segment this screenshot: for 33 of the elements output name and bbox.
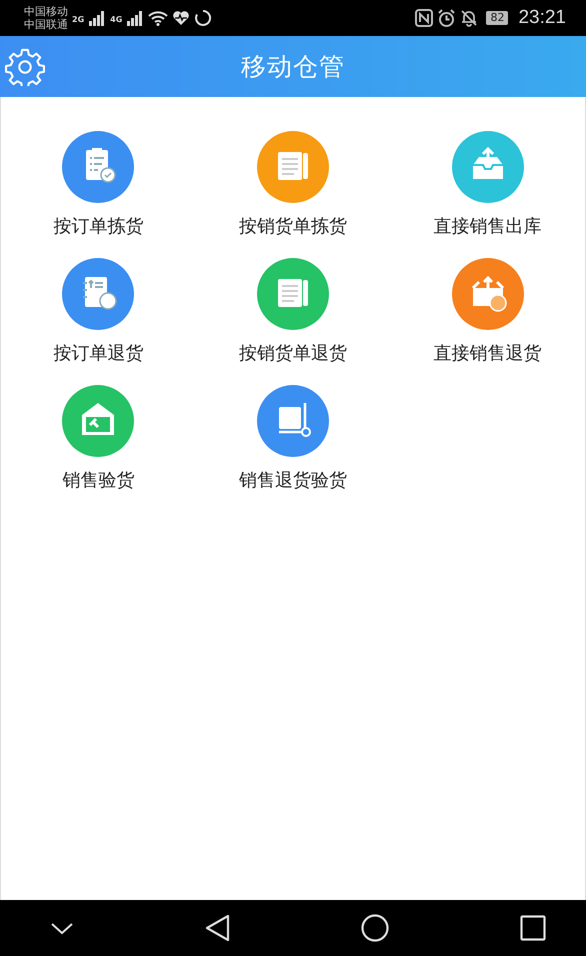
collapse-button[interactable] xyxy=(50,921,74,935)
heart-icon xyxy=(172,10,190,26)
settings-icon xyxy=(5,48,45,86)
wifi-icon xyxy=(148,10,168,26)
menu-item[interactable]: 销售退货验货 xyxy=(238,385,347,492)
menu-item[interactable]: 按订单拣货 xyxy=(53,131,144,238)
back-button[interactable] xyxy=(204,914,231,942)
clock-time: 23:21 xyxy=(518,7,566,29)
chevron-down-icon xyxy=(50,921,74,935)
menu-item[interactable]: 按销货单拣货 xyxy=(238,131,347,238)
menu-item[interactable]: 按订单退货 xyxy=(53,258,144,365)
carrier-name: 中国联通 xyxy=(24,18,68,31)
network-type: 2G xyxy=(72,15,84,24)
signal-icon xyxy=(88,10,106,26)
network-type: 4G xyxy=(110,15,122,24)
nfc-icon xyxy=(415,9,434,27)
recents-button[interactable] xyxy=(520,915,546,941)
menu-item[interactable]: 销售验货 xyxy=(62,385,134,492)
menu-item[interactable]: 直接销售退货 xyxy=(434,258,542,365)
loading-icon xyxy=(194,9,212,27)
settings-button[interactable] xyxy=(4,47,46,87)
carrier-name: 中国移动 xyxy=(24,5,68,18)
app-title: 移动仓管 xyxy=(241,51,345,83)
home-button[interactable] xyxy=(361,914,390,942)
back-icon xyxy=(204,914,231,942)
muted-bell-icon xyxy=(460,9,478,27)
menu-item[interactable]: 按销货单退货 xyxy=(238,258,347,365)
home-icon xyxy=(361,914,390,942)
signal-icon xyxy=(126,10,144,26)
battery-indicator: 82 xyxy=(486,11,508,25)
alarm-icon xyxy=(437,8,456,28)
menu-item[interactable]: 直接销售出库 xyxy=(434,131,542,238)
recents-icon xyxy=(520,915,546,941)
